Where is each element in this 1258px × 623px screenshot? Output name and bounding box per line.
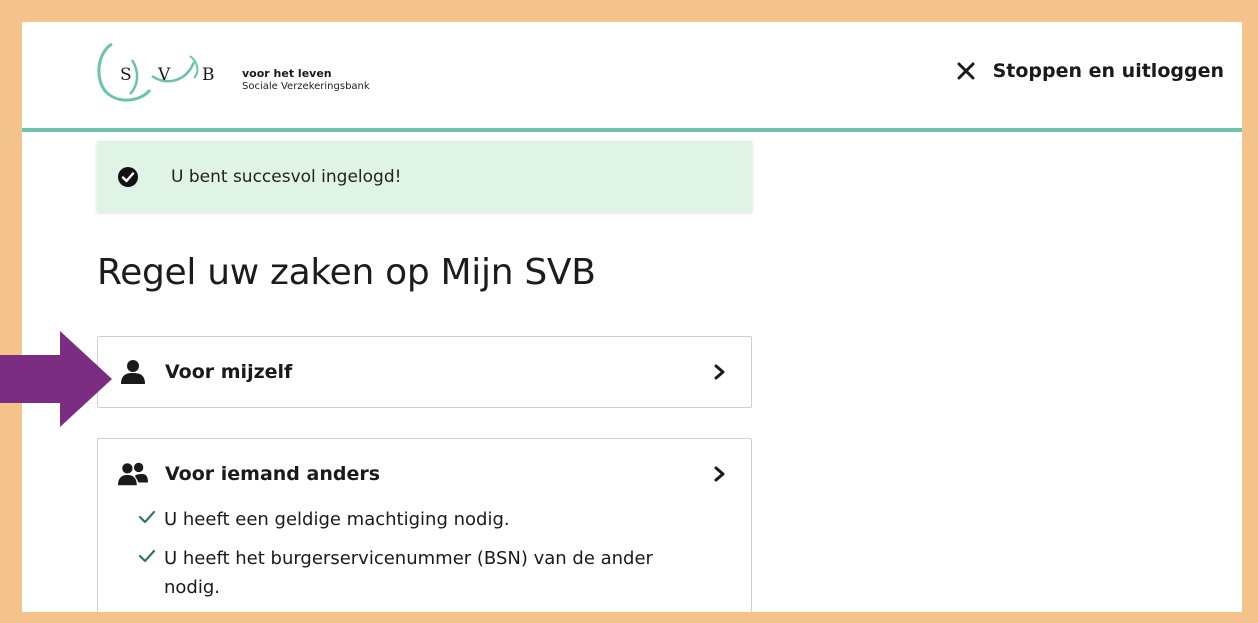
checkmark-icon (138, 549, 156, 563)
card-label: Voor mijzelf (165, 361, 293, 383)
list-item: U heeft het burgerservicenummer (BSN) va… (138, 544, 704, 602)
requirement-text: U heeft het burgerservicenummer (BSN) va… (164, 548, 653, 598)
card-label: Voor iemand anders (165, 463, 381, 485)
logout-label: Stoppen en uitloggen (992, 60, 1224, 82)
list-item: U heeft een geldige machtiging nodig. (138, 505, 704, 534)
card-voor-mijzelf[interactable]: Voor mijzelf (97, 336, 752, 408)
alert-message: U bent succesvol ingelogd! (171, 166, 402, 187)
close-icon (957, 62, 975, 80)
browser-page: S V B voor het leven Sociale Verzekering… (22, 22, 1242, 612)
checkmark-icon (138, 510, 156, 524)
chevron-right-icon (714, 364, 725, 380)
people-icon (118, 461, 148, 487)
logo-letter-s: S (120, 65, 132, 85)
svb-logo-mark: S V B (97, 42, 215, 102)
card-voor-iemand-anders[interactable]: Voor iemand anders U heeft een geldige m… (97, 438, 752, 612)
check-circle-icon (118, 166, 138, 187)
card-voor-mijzelf-header[interactable]: Voor mijzelf (98, 337, 751, 407)
requirements-list: U heeft een geldige machtiging nodig. U … (98, 505, 751, 602)
logo-subtitle: Sociale Verzekeringsbank (242, 81, 370, 92)
person-icon (118, 359, 148, 385)
logo-tagline: voor het leven (242, 67, 332, 80)
site-header: S V B voor het leven Sociale Verzekering… (22, 22, 1242, 132)
chevron-right-icon (714, 466, 725, 482)
annotation-arrow-icon (0, 331, 112, 427)
logo-letter-v: V (157, 65, 171, 85)
logout-button[interactable]: Stoppen en uitloggen (957, 60, 1224, 82)
logo-letter-b: B (202, 65, 215, 85)
requirement-text: U heeft een geldige machtiging nodig. (164, 509, 510, 530)
logo-tagline-block: voor het leven Sociale Verzekeringsbank (242, 67, 370, 93)
card-voor-iemand-anders-header[interactable]: Voor iemand anders (98, 439, 751, 509)
success-alert: U bent succesvol ingelogd! (97, 141, 752, 212)
page-title: Regel uw zaken op Mijn SVB (97, 252, 596, 293)
